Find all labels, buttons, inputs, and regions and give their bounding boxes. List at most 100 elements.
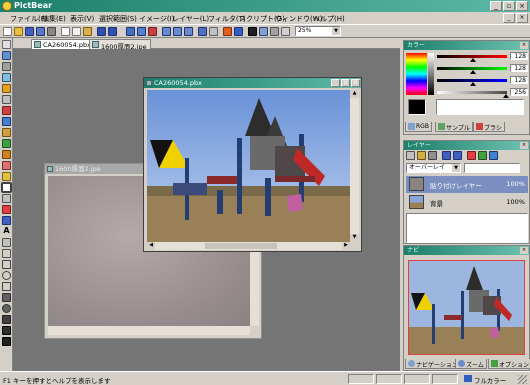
panel-close-button[interactable]: × xyxy=(520,247,528,254)
doc-minimize-button[interactable]: _ xyxy=(503,13,515,23)
paste-icon[interactable] xyxy=(83,27,92,36)
window-close-button[interactable]: × xyxy=(351,79,360,87)
rotate-icon[interactable] xyxy=(126,27,135,36)
brush-icon[interactable] xyxy=(2,117,11,126)
zoom-tool-icon[interactable] xyxy=(2,51,11,60)
tab-brush[interactable]: ブラシ xyxy=(473,122,505,132)
menu-edit[interactable]: 編集(E) xyxy=(42,14,66,24)
tab-navigation[interactable]: ナビゲーション xyxy=(405,359,461,369)
document-window-front[interactable]: CA260054.pbx _ ▫ × ▲ ▼ ◀ ▶ xyxy=(143,77,362,252)
airbrush-icon[interactable] xyxy=(2,128,11,137)
scroll-right-icon[interactable]: ▶ xyxy=(342,242,350,250)
foreground-swatch[interactable] xyxy=(408,99,426,115)
layer-row[interactable]: 貼り付けレイヤー 100% xyxy=(406,176,528,193)
line-tool-icon[interactable] xyxy=(1,182,12,193)
polygon-icon[interactable] xyxy=(2,282,11,291)
layer-effect-icon[interactable] xyxy=(489,151,498,160)
text-tool-icon[interactable]: A xyxy=(2,227,11,236)
pencil-icon[interactable] xyxy=(2,106,11,115)
red-value[interactable]: 128 xyxy=(510,52,528,60)
green-slider[interactable]: 128 xyxy=(437,64,530,74)
blend-mode-select[interactable]: オーバーレイ ▼ xyxy=(406,163,461,173)
tab-sample[interactable]: サンプル xyxy=(435,122,473,132)
chevron-down-icon[interactable]: ▼ xyxy=(332,27,340,35)
clone-icon[interactable] xyxy=(2,326,11,335)
hue-strip[interactable] xyxy=(406,53,427,95)
layer-up-icon[interactable] xyxy=(442,151,451,160)
layer-folder-icon[interactable] xyxy=(417,151,426,160)
tab-ca260054[interactable]: CA260054.pbx xyxy=(31,39,95,49)
levels-icon[interactable] xyxy=(248,27,257,36)
alpha-slider[interactable]: 256 xyxy=(437,88,530,98)
zoom-select[interactable]: 25% ▼ xyxy=(295,26,341,36)
grid-icon[interactable] xyxy=(198,27,207,36)
hand-tool-icon[interactable] xyxy=(2,62,11,71)
chevron-down-icon[interactable]: ▼ xyxy=(452,164,460,172)
slider-knob-icon[interactable] xyxy=(503,94,509,98)
layer-row[interactable]: 背景 100% xyxy=(406,194,528,211)
channel-icon[interactable] xyxy=(234,27,243,36)
gradient-icon[interactable] xyxy=(2,216,11,225)
zoom-in-icon[interactable] xyxy=(162,27,171,36)
ellipse-icon[interactable] xyxy=(2,271,11,280)
alpha-value[interactable]: 256 xyxy=(510,88,528,96)
blue-value[interactable]: 128 xyxy=(510,76,528,84)
slider-knob-icon[interactable] xyxy=(470,70,476,74)
filled-rect-icon[interactable] xyxy=(2,293,11,302)
window-icon[interactable] xyxy=(209,27,218,36)
filled-polygon-icon[interactable] xyxy=(2,315,11,324)
flip-icon[interactable] xyxy=(137,27,146,36)
horizontal-scrollbar[interactable]: ◀ ▶ xyxy=(147,242,350,250)
rectangle-icon[interactable] xyxy=(2,260,11,269)
color-picker-icon[interactable] xyxy=(223,27,232,36)
doc-close-button[interactable]: × xyxy=(516,13,528,23)
slider-knob-icon[interactable] xyxy=(470,58,476,62)
sharpen-icon[interactable] xyxy=(2,337,11,346)
scroll-up-icon[interactable]: ▲ xyxy=(350,90,359,98)
panel-close-button[interactable]: × xyxy=(520,142,528,149)
menu-layer[interactable]: レイヤー(L) xyxy=(172,14,209,24)
panel-close-button[interactable]: × xyxy=(520,42,528,49)
close-button[interactable]: × xyxy=(516,1,528,11)
print-icon[interactable] xyxy=(47,27,56,36)
curve-icon[interactable] xyxy=(2,249,11,258)
move-tool-icon[interactable] xyxy=(2,40,11,49)
scroll-thumb[interactable] xyxy=(205,243,277,249)
pen-icon[interactable] xyxy=(2,238,11,247)
green-value[interactable]: 128 xyxy=(510,64,528,72)
copy-icon[interactable] xyxy=(72,27,81,36)
lightness-strip[interactable] xyxy=(428,53,434,95)
vertical-scrollbar[interactable]: ▲ ▼ xyxy=(350,90,359,242)
color-preview[interactable] xyxy=(436,99,524,115)
eyedropper-icon[interactable] xyxy=(2,194,11,203)
zoom-out-icon[interactable] xyxy=(173,27,182,36)
undo-icon[interactable] xyxy=(97,27,106,36)
resize-icon[interactable] xyxy=(148,27,157,36)
merge-icon[interactable] xyxy=(467,151,476,160)
redo-icon[interactable] xyxy=(108,27,117,36)
minimize-button[interactable]: _ xyxy=(490,1,502,11)
tab-rgb[interactable]: RGB xyxy=(405,122,432,132)
window-maximize-button[interactable]: ▫ xyxy=(341,79,350,87)
select-rect-icon[interactable] xyxy=(2,73,11,82)
zoom-fit-icon[interactable] xyxy=(184,27,193,36)
navigator-preview[interactable] xyxy=(408,260,525,355)
filled-ellipse-icon[interactable] xyxy=(2,304,11,313)
tab-1600[interactable]: 1600厚面2.jpe xyxy=(89,39,151,51)
save-as-icon[interactable] xyxy=(36,27,45,36)
tab-options[interactable]: オプション xyxy=(488,359,530,369)
cut-icon[interactable] xyxy=(61,27,70,36)
brightness-icon[interactable] xyxy=(259,27,268,36)
fullscreen-icon[interactable] xyxy=(281,27,290,36)
resize-grip-icon[interactable] xyxy=(518,375,527,384)
menu-help[interactable]: ヘルプ(H) xyxy=(313,14,345,24)
lasso-icon[interactable] xyxy=(2,84,11,93)
scroll-left-icon[interactable]: ◀ xyxy=(147,242,155,250)
smudge-icon[interactable] xyxy=(2,161,11,170)
eraser-icon[interactable] xyxy=(2,139,11,148)
fill-bucket-icon[interactable] xyxy=(2,205,11,214)
menu-view[interactable]: 表示(V) xyxy=(70,14,94,24)
menu-image[interactable]: イメージ(I) xyxy=(139,14,174,24)
maximize-button[interactable]: ▫ xyxy=(503,1,515,11)
red-slider[interactable]: 128 xyxy=(437,52,530,62)
